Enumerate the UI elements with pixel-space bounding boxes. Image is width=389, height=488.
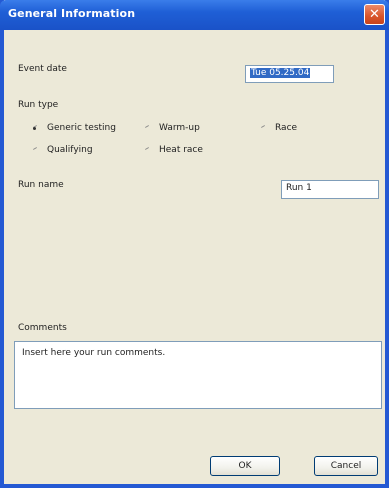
radio-race[interactable]: Race [260,123,297,133]
general-information-dialog: General Information ✕ Event date Tue 05.… [0,0,389,488]
radio-warm-up-label: Warm-up [159,123,200,133]
event-date-value: Tue 05.25.04 [250,68,311,78]
event-date-field[interactable]: Tue 05.25.04 [245,65,334,83]
radio-qualifying[interactable]: Qualifying [32,145,93,155]
run-type-label: Run type [18,100,59,110]
radio-heat-race[interactable]: Heat race [144,145,203,155]
comments-value: Insert here your run comments. [22,348,166,358]
comments-label: Comments [18,323,67,333]
close-icon: ✕ [369,7,380,22]
event-date-label: Event date [18,64,67,74]
radio-heat-race-label: Heat race [159,145,203,155]
run-name-field[interactable]: Run 1 [281,180,379,199]
radio-qualifying-label: Qualifying [47,145,93,155]
window-title: General Information [8,7,136,20]
cancel-button[interactable]: Cancel [314,456,378,476]
radio-unchecked-icon [144,146,153,155]
radio-unchecked-icon [144,124,153,133]
radio-unchecked-icon [32,146,41,155]
radio-checked-icon [32,124,41,133]
run-name-label: Run name [18,180,64,190]
radio-warm-up[interactable]: Warm-up [144,123,200,133]
title-bar[interactable]: General Information ✕ [0,0,389,30]
radio-generic-testing-label: Generic testing [47,123,116,133]
radio-race-label: Race [275,123,298,133]
radio-unchecked-icon [260,124,269,133]
radio-generic-testing[interactable]: Generic testing [32,123,116,133]
ok-button[interactable]: OK [210,456,280,476]
close-button[interactable]: ✕ [364,4,385,25]
comments-textarea[interactable]: Insert here your run comments. [14,341,382,409]
run-name-value: Run 1 [286,183,312,193]
